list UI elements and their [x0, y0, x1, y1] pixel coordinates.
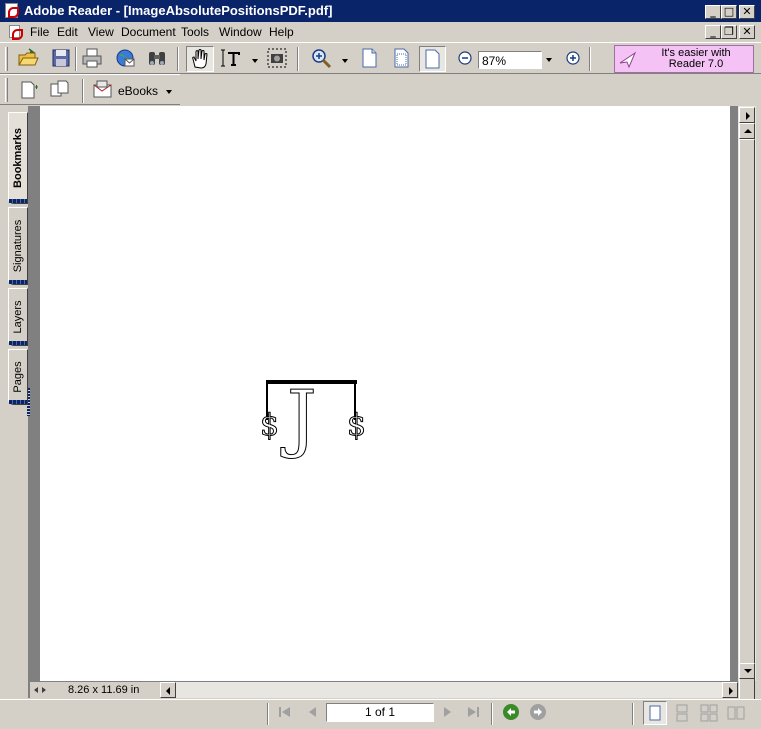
ebooks-dropdown[interactable] [166, 90, 172, 94]
toolbar-grip[interactable] [5, 78, 8, 102]
horizontal-scrollbar[interactable] [160, 682, 738, 698]
document-viewport: $ J $ [30, 106, 738, 681]
email-globe-icon[interactable] [114, 47, 136, 69]
status-separator [632, 703, 634, 725]
horizontal-status-strip: 8.26 x 11.69 in [30, 681, 738, 698]
insert-pages-icon[interactable] [17, 79, 39, 101]
tab-bookmarks-label: Bookmarks [12, 128, 24, 188]
pdf-page: $ J $ [40, 106, 730, 681]
open-folder-icon[interactable] [17, 47, 39, 69]
previous-page-icon[interactable] [304, 703, 322, 721]
secondary-toolbar: eBooks [0, 74, 180, 105]
tab-layers[interactable]: Layers [8, 288, 28, 346]
adobe-reader-app-icon[interactable] [5, 3, 19, 18]
scroll-down-button[interactable] [739, 663, 755, 679]
search-binoculars-icon[interactable] [146, 47, 168, 69]
tab-signatures-label: Signatures [12, 219, 24, 273]
menu-window[interactable]: Window [219, 25, 262, 39]
tab-stripe [9, 199, 27, 203]
tab-layers-label: Layers [12, 300, 24, 334]
scroll-right-button[interactable] [722, 682, 738, 698]
menu-edit[interactable]: Edit [57, 25, 78, 39]
go-forward-icon[interactable] [529, 703, 547, 721]
toolbar-separator [297, 47, 299, 71]
image-glyph-center: J [287, 375, 318, 461]
tab-stripe [9, 400, 27, 404]
promo-line-2: Reader 7.0 [668, 58, 724, 70]
zoom-value: 87% [482, 54, 507, 68]
zoom-in-icon[interactable] [562, 47, 584, 69]
menu-view[interactable]: View [88, 25, 114, 39]
actual-size-icon[interactable] [358, 47, 380, 69]
upgrade-promo-button[interactable]: It's easier with Reader 7.0 [614, 45, 754, 73]
toolbar-separator [75, 47, 77, 71]
tab-signatures[interactable]: Signatures [8, 207, 28, 285]
extract-pages-icon[interactable] [49, 79, 71, 101]
zoom-input[interactable]: 87% [478, 51, 542, 69]
tab-pages[interactable]: Pages [8, 349, 28, 405]
menu-bar: File Edit View Document Tools Window Hel… [0, 22, 761, 42]
go-back-icon[interactable] [502, 703, 520, 721]
document-system-menu-icon[interactable] [9, 25, 23, 40]
close-button[interactable]: ✕ [739, 5, 755, 19]
next-page-icon[interactable] [438, 703, 456, 721]
first-page-icon[interactable] [276, 703, 294, 721]
window-title: Adobe Reader - [ImageAbsolutePositionsPD… [24, 3, 333, 18]
page-size-resize-icon[interactable] [32, 683, 48, 697]
last-page-icon[interactable] [464, 703, 482, 721]
tab-bookmarks[interactable]: Bookmarks [8, 112, 28, 204]
status-bar: 1 of 1 [0, 699, 761, 729]
snapshot-camera-icon[interactable] [266, 47, 288, 69]
zoom-tool-dropdown[interactable] [342, 59, 348, 63]
minimize-button[interactable]: _ [705, 5, 721, 19]
page-indicator: 1 of 1 [364, 705, 396, 719]
menu-tools[interactable]: Tools [181, 25, 209, 39]
single-page-layout-icon[interactable] [643, 701, 667, 725]
ebooks-icon[interactable] [92, 79, 114, 101]
scroll-thumb[interactable] [739, 139, 755, 705]
paper-plane-icon [619, 51, 637, 69]
status-separator [267, 703, 269, 725]
next-page-arrow-button[interactable] [739, 107, 755, 123]
select-text-icon[interactable] [220, 47, 242, 69]
ebooks-label[interactable]: eBooks [118, 84, 158, 98]
toolbar-grip[interactable] [5, 47, 8, 71]
toolbar-separator [82, 79, 84, 103]
page-number-input[interactable]: 1 of 1 [326, 703, 434, 722]
continuous-layout-icon[interactable] [673, 704, 691, 722]
tab-stripe [9, 341, 27, 345]
fit-width-icon[interactable] [419, 46, 446, 72]
select-tool-dropdown[interactable] [252, 59, 258, 63]
zoom-out-icon[interactable] [454, 47, 476, 69]
save-icon[interactable] [50, 47, 72, 69]
continuous-facing-layout-icon[interactable] [700, 704, 718, 722]
scroll-up-button[interactable] [739, 123, 755, 139]
menu-file[interactable]: File [30, 25, 49, 39]
doc-restore-button[interactable]: ❐ [721, 25, 737, 39]
facing-layout-icon[interactable] [727, 704, 745, 722]
tab-stripe [9, 280, 27, 284]
doc-minimize-button[interactable]: _ [705, 25, 721, 39]
page-size-label: 8.26 x 11.69 in [68, 684, 140, 696]
vertical-scrollbar[interactable] [738, 106, 756, 705]
print-icon[interactable] [81, 47, 103, 69]
menu-document[interactable]: Document [121, 25, 176, 39]
main-toolbar: 87% It's easier with Reader 7.0 [0, 42, 761, 74]
title-bar[interactable]: Adobe Reader - [ImageAbsolutePositionsPD… [0, 0, 761, 22]
hand-tool-icon[interactable] [186, 46, 214, 72]
image-glyph-right: $ [346, 408, 367, 444]
scroll-left-button[interactable] [160, 682, 176, 698]
tab-pages-label: Pages [12, 361, 24, 393]
toolbar-separator [177, 47, 179, 71]
zoom-dropdown[interactable] [546, 58, 552, 62]
menu-help[interactable]: Help [269, 25, 294, 39]
zoom-in-tool-icon[interactable] [310, 47, 332, 69]
fit-page-icon[interactable] [390, 47, 412, 69]
status-separator [491, 703, 493, 725]
maximize-button[interactable]: □ [721, 5, 737, 19]
image-glyph-left: $ [259, 408, 280, 444]
toolbar-separator [589, 47, 591, 71]
doc-close-button[interactable]: ✕ [739, 25, 755, 39]
